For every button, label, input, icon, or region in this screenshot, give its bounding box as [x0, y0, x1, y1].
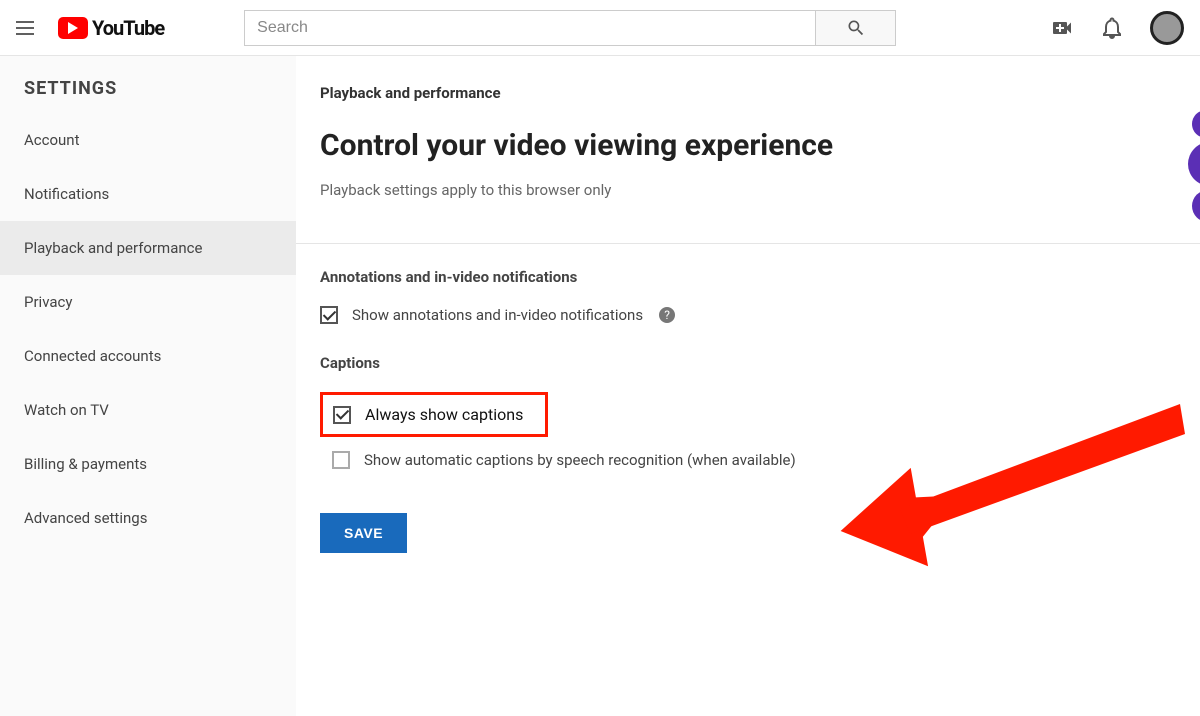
- sidebar-item-privacy[interactable]: Privacy: [0, 275, 296, 329]
- always-captions-highlight: Always show captions: [320, 392, 548, 437]
- sidebar-item-connected-accounts[interactable]: Connected accounts: [0, 329, 296, 383]
- search-bar: [244, 10, 896, 46]
- auto-captions-label: Show automatic captions by speech recogn…: [364, 451, 796, 469]
- sidebar-item-notifications[interactable]: Notifications: [0, 167, 296, 221]
- sidebar: SETTINGS Account Notifications Playback …: [0, 56, 296, 716]
- help-icon[interactable]: ?: [659, 307, 675, 323]
- sidebar-item-playback[interactable]: Playback and performance: [0, 221, 296, 275]
- always-captions-label: Always show captions: [365, 405, 523, 424]
- annotation-arrow: [840, 394, 1200, 598]
- always-captions-checkbox[interactable]: [333, 406, 351, 424]
- sidebar-title: SETTINGS: [0, 78, 296, 113]
- auto-captions-checkbox[interactable]: [332, 451, 350, 469]
- sidebar-item-account[interactable]: Account: [0, 113, 296, 167]
- annotations-checkbox[interactable]: [320, 306, 338, 324]
- search-icon: [846, 18, 866, 38]
- page-heading: Control your video viewing experience: [320, 128, 1200, 163]
- header-actions: [1050, 11, 1184, 45]
- search-button[interactable]: [816, 10, 896, 46]
- youtube-logo-icon: [58, 17, 88, 39]
- annotations-title: Annotations and in-video notifications: [320, 268, 1200, 286]
- create-video-icon[interactable]: [1050, 16, 1074, 40]
- hamburger-menu-icon[interactable]: [16, 16, 40, 40]
- header: YouTube: [0, 0, 1200, 56]
- sidebar-item-watch-on-tv[interactable]: Watch on TV: [0, 383, 296, 437]
- profile-avatar[interactable]: [1150, 11, 1184, 45]
- sidebar-item-billing[interactable]: Billing & payments: [0, 437, 296, 491]
- notifications-icon[interactable]: [1100, 16, 1124, 40]
- sidebar-item-advanced[interactable]: Advanced settings: [0, 491, 296, 545]
- annotations-label: Show annotations and in-video notificati…: [352, 306, 643, 324]
- youtube-logo[interactable]: YouTube: [58, 16, 164, 40]
- decorative-blob: [1176, 110, 1200, 220]
- captions-title: Captions: [320, 354, 1200, 372]
- search-input[interactable]: [244, 10, 816, 46]
- youtube-logo-text: YouTube: [92, 16, 164, 40]
- main-content: Playback and performance Control your vi…: [296, 56, 1200, 716]
- page-subtext: Playback settings apply to this browser …: [320, 181, 1200, 199]
- divider: [296, 243, 1200, 244]
- save-button[interactable]: SAVE: [320, 513, 407, 553]
- annotations-checkbox-row: Show annotations and in-video notificati…: [320, 306, 1200, 324]
- section-label: Playback and performance: [320, 84, 1200, 102]
